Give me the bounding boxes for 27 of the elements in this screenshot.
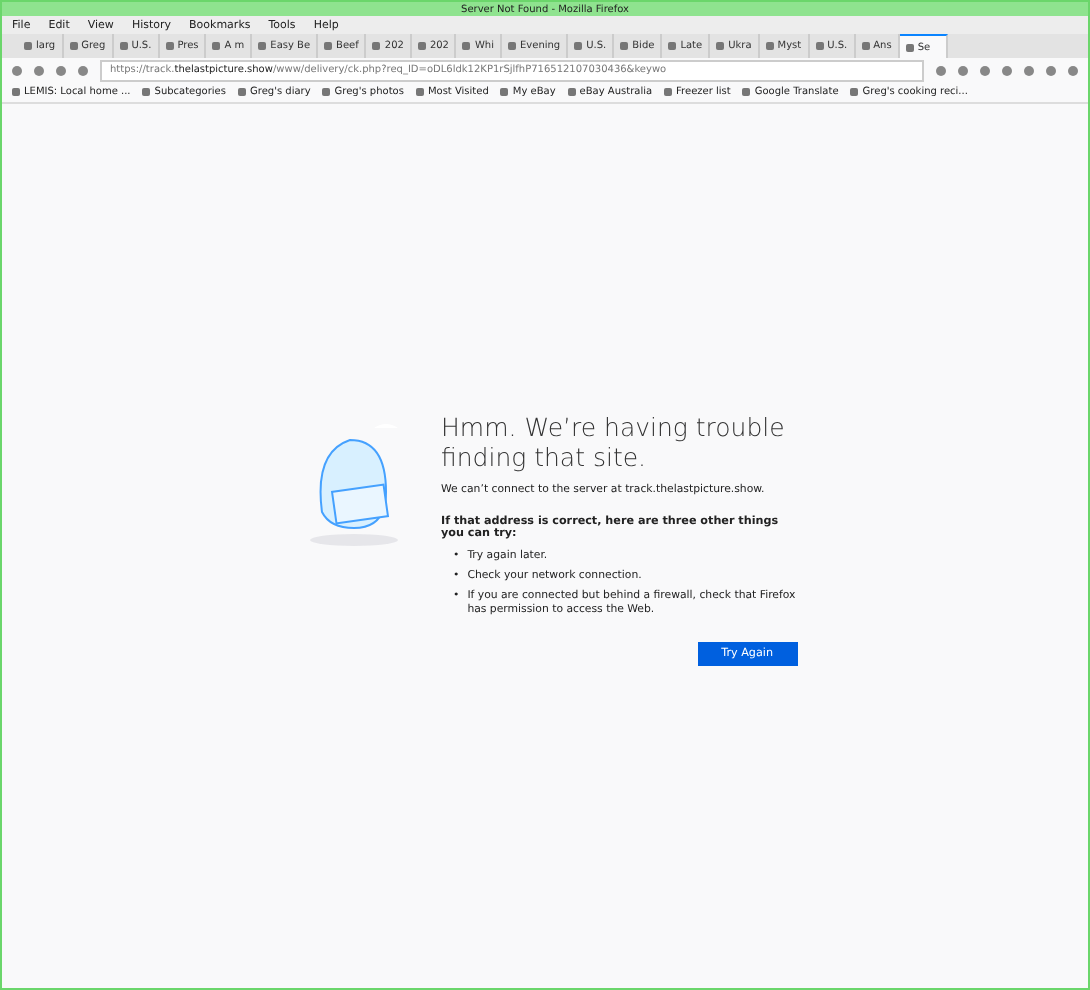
- favicon-icon: [24, 42, 32, 50]
- favicon-icon: [765, 42, 774, 50]
- toolbar-icon[interactable]: [1002, 65, 1012, 75]
- favicon-icon: [716, 42, 725, 50]
- toolbar-icon[interactable]: [1046, 65, 1056, 75]
- favicon-icon: [574, 42, 583, 50]
- toolbar-icon[interactable]: [1024, 65, 1034, 75]
- favicon-icon: [324, 42, 333, 50]
- favicon-icon: [417, 42, 426, 50]
- favicon-icon: [212, 42, 221, 50]
- favicon-icon: [620, 42, 629, 50]
- toolbar-icon[interactable]: [1068, 65, 1078, 75]
- toolbar-icon[interactable]: [936, 65, 946, 75]
- toolbar-icon[interactable]: [980, 65, 990, 75]
- favicon-icon: [69, 42, 78, 50]
- error-title: Hmm. We’re having trouble finding that site.: [441, 412, 787, 472]
- favicon-icon: [815, 42, 824, 50]
- favicon-icon: [258, 42, 267, 50]
- toolbar-icon[interactable]: [958, 65, 968, 75]
- favicon-icon: [861, 42, 870, 50]
- favicon-icon: [372, 42, 381, 50]
- favicon-icon: [668, 42, 677, 50]
- favicon-icon: [462, 42, 471, 50]
- favicon-icon: [165, 42, 174, 50]
- favicon-icon: [508, 42, 516, 50]
- favicon-icon: [119, 42, 128, 50]
- favicon-icon: [905, 43, 914, 51]
